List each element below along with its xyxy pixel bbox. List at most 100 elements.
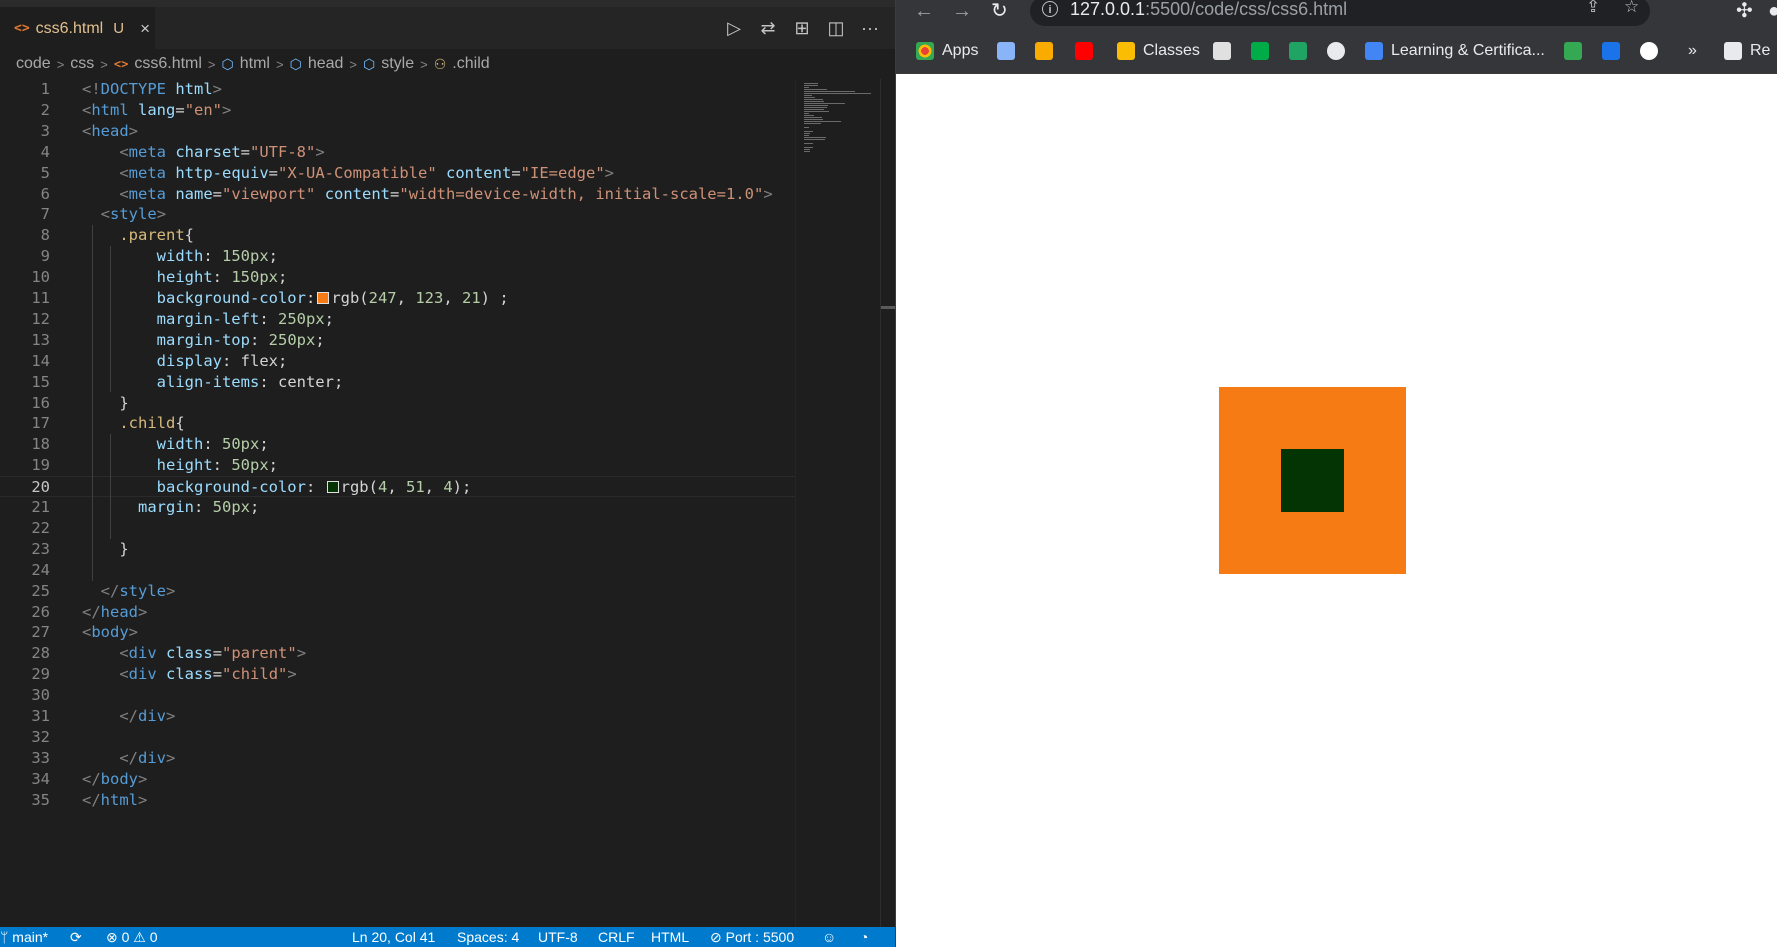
code-line[interactable]: 8 .parent{ [0, 225, 795, 246]
bookmark-item[interactable] [1213, 40, 1231, 62]
bookmark-label: Apps [942, 42, 979, 59]
tab-css6-html[interactable]: <> css6.html U × [0, 7, 155, 49]
bookmark-item[interactable] [1075, 40, 1093, 62]
sync-icon[interactable]: ⟳ [70, 927, 82, 947]
breadcrumb-item[interactable]: html [240, 55, 270, 73]
code-line[interactable]: 28 <div class="parent"> [0, 643, 795, 664]
code-line[interactable]: 15 align-items: center; [0, 372, 795, 393]
breadcrumb-item[interactable]: code [16, 55, 51, 73]
extensions-icon[interactable]: ✣ [1736, 0, 1753, 22]
status-live-server-port[interactable]: ⊘ Port : 5500 [710, 927, 794, 947]
status-cursor-position[interactable]: Ln 20, Col 41 [352, 927, 435, 947]
line-number: 17 [31, 414, 50, 433]
compare-changes-button[interactable]: ⇄ [758, 18, 778, 39]
code-line[interactable]: 29 <div class="child"> [0, 664, 795, 685]
code-line[interactable]: 17 .child{ [0, 413, 795, 434]
code-line[interactable]: 18 width: 50px; [0, 434, 795, 455]
code-line[interactable]: 13 margin-top: 250px; [0, 330, 795, 351]
google-cloud-icon [1365, 42, 1383, 60]
profile-icon[interactable]: ● [1768, 0, 1777, 22]
code-line[interactable]: 32 [0, 727, 795, 748]
bookmark-item[interactable] [1251, 40, 1269, 62]
code-line[interactable]: 20 background-color: rgb(4, 51, 4); [0, 476, 795, 497]
share-icon[interactable]: ⇪ [1586, 0, 1600, 18]
code-line[interactable]: 7 <style> [0, 204, 795, 225]
code-line[interactable]: 26 </head> [0, 602, 795, 623]
code-line[interactable]: 31 </div> [0, 706, 795, 727]
run-button[interactable]: ▷ [724, 18, 744, 39]
bookmark-item[interactable]: Learning & Certifica... [1365, 40, 1545, 62]
feedback-icon[interactable]: ☺ [822, 927, 836, 947]
bookmark-item[interactable] [1327, 40, 1345, 62]
bookmark-item[interactable]: Classes [1117, 40, 1200, 62]
back-arrow-icon[interactable]: ← [914, 0, 934, 22]
status-problems[interactable]: ⊗ 0 ⚠ 0 [106, 927, 158, 947]
reload-icon[interactable]: ↻ [991, 0, 1008, 22]
code-line[interactable]: 10 height: 150px; [0, 267, 795, 288]
split-editor-button[interactable]: ◫ [826, 18, 846, 39]
bookmark-item[interactable] [1640, 40, 1658, 62]
code-editor[interactable]: 1 <!DOCTYPE html> 2 <html lang="en"> 3 <head>… [0, 79, 795, 927]
breadcrumb-item[interactable]: .child [452, 55, 489, 73]
color-swatch-icon[interactable] [317, 292, 330, 304]
code-line[interactable]: 35 </html> [0, 790, 795, 811]
bookmark-item[interactable] [1564, 40, 1582, 62]
code-line[interactable]: 6 <meta name="viewport" content="width=d… [0, 184, 795, 205]
code-token: </ [100, 581, 120, 600]
status-indentation[interactable]: Spaces: 4 [457, 927, 519, 947]
code-line[interactable]: 14 display: flex; [0, 351, 795, 372]
star-icon[interactable]: ☆ [1624, 0, 1639, 18]
code-line[interactable]: 25 </style> [0, 581, 795, 602]
code-line[interactable]: 19 height: 50px; [0, 455, 795, 476]
status-eol[interactable]: CRLF [598, 927, 635, 947]
more-actions-button[interactable]: ··· [860, 18, 880, 39]
code-line[interactable]: 21 margin: 50px; [0, 497, 795, 518]
address-bar[interactable]: i 127.0.0.1:5500/code/css/css6.html ⇪ ☆ [1030, 0, 1650, 26]
bookmark-item[interactable] [1035, 40, 1053, 62]
code-line[interactable]: 30 [0, 685, 795, 706]
code-line[interactable]: 33 </div> [0, 748, 795, 769]
bookmark-item[interactable]: Re [1724, 40, 1770, 62]
info-icon[interactable]: i [1042, 1, 1058, 17]
status-language[interactable]: HTML [651, 927, 689, 947]
code-line[interactable]: 4 <meta charset="UTF-8"> [0, 142, 795, 163]
code-token: > [604, 163, 615, 182]
bookmark-item[interactable]: » [1688, 40, 1697, 62]
code-line[interactable]: 34 </body> [0, 769, 795, 790]
breadcrumb-item[interactable]: css [70, 55, 94, 73]
minimap[interactable] [795, 79, 881, 927]
breadcrumb-item[interactable]: head [308, 55, 344, 73]
forward-arrow-icon[interactable]: → [952, 0, 972, 22]
code-line[interactable]: 2 <html lang="en"> [0, 100, 795, 121]
status-branch[interactable]: ᛘ main* [0, 927, 48, 947]
code-line[interactable]: 11 background-color: rgb(247, 123, 21) ; [0, 288, 795, 309]
close-icon[interactable]: × [140, 19, 150, 39]
code-token: : [194, 498, 213, 516]
code-line[interactable]: 27 <body> [0, 622, 795, 643]
bell-icon[interactable]: ◔ [860, 927, 868, 947]
classroom-icon [1117, 42, 1135, 60]
breadcrumb-item[interactable]: style [381, 55, 414, 73]
status-encoding[interactable]: UTF-8 [538, 927, 578, 947]
bookmark-item[interactable] [1289, 40, 1307, 62]
code-line[interactable]: 1 <!DOCTYPE html> [0, 79, 795, 100]
html-file-icon: <> [113, 57, 129, 71]
code-line[interactable]: 5 <meta http-equiv="X-UA-Compatible" con… [0, 163, 795, 184]
scrollbar-thumb[interactable] [881, 306, 896, 309]
code-line[interactable]: 3 <head> [0, 121, 795, 142]
code-line[interactable]: 12 margin-left: 250px; [0, 309, 795, 330]
code-line[interactable]: 22 [0, 518, 795, 539]
url-text[interactable]: 127.0.0.1:5500/code/css/css6.html [1070, 0, 1347, 20]
code-line[interactable]: 16 } [0, 393, 795, 414]
code-line[interactable]: 23 } [0, 539, 795, 560]
bookmark-item[interactable] [997, 40, 1015, 62]
code-line[interactable]: 9 width: 150px; [0, 246, 795, 267]
bookmark-item[interactable]: Apps [916, 40, 978, 62]
bookmark-item[interactable] [1602, 40, 1620, 62]
code-token: 250px [277, 309, 325, 328]
code-line[interactable]: 24 [0, 560, 795, 581]
editor-scrollbar[interactable] [880, 79, 896, 927]
color-swatch-icon[interactable] [326, 481, 339, 494]
open-preview-button[interactable]: ⊞ [792, 18, 812, 39]
breadcrumb-item[interactable]: css6.html [134, 55, 202, 73]
